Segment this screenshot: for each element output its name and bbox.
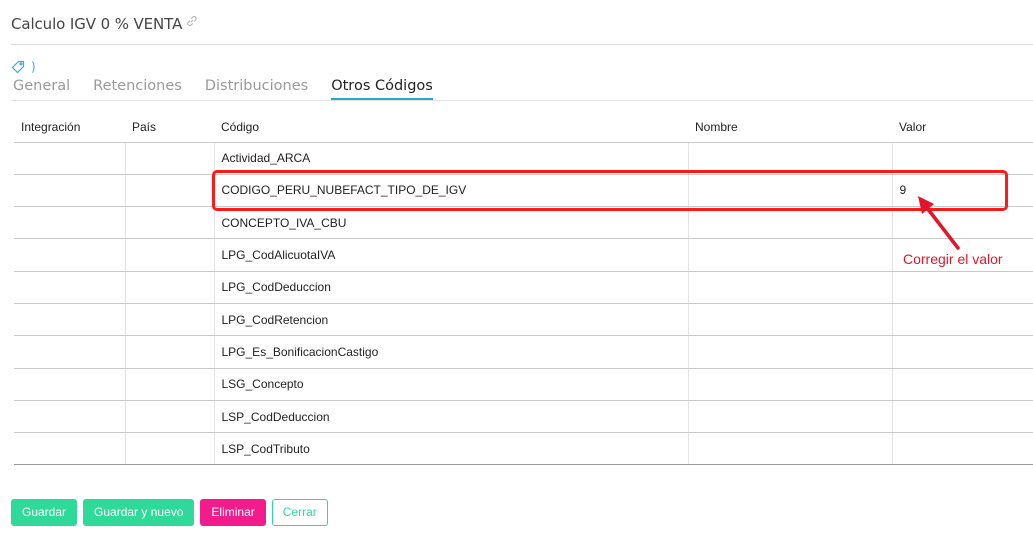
cell-integracion[interactable] <box>14 238 126 272</box>
cell-integracion[interactable] <box>14 368 126 401</box>
cell-pais[interactable] <box>125 238 215 272</box>
cell-pais[interactable] <box>125 400 215 434</box>
column-header-integracion[interactable]: Integración <box>14 112 125 143</box>
cell-codigo[interactable]: LPG_CodAlicuotaIVA <box>214 238 689 272</box>
cell-nombre[interactable] <box>688 368 893 401</box>
cell-codigo[interactable]: Actividad_ARCA <box>214 142 689 175</box>
cell-integracion[interactable] <box>14 271 126 304</box>
page-title: Calculo IGV 0 % VENTA <box>11 15 183 33</box>
cell-valor[interactable] <box>892 368 1033 401</box>
tab-general[interactable]: General <box>13 78 70 101</box>
tab-retenciones[interactable]: Retenciones <box>93 78 182 101</box>
cell-valor[interactable] <box>892 271 1033 304</box>
cell-codigo[interactable]: CONCEPTO_IVA_CBU <box>214 206 689 240</box>
table-row[interactable]: CONCEPTO_IVA_CBU <box>14 206 1033 240</box>
column-header-valor[interactable]: Valor <box>892 112 1033 143</box>
tabs-divider <box>11 100 1033 101</box>
cell-pais[interactable] <box>125 303 215 337</box>
header-divider <box>11 44 1033 45</box>
column-header-nombre[interactable]: Nombre <box>688 112 892 143</box>
cell-integracion[interactable] <box>14 142 126 175</box>
chevron-right-icon[interactable]: ) <box>31 60 36 74</box>
form-actions: Guardar Guardar y nuevo Eliminar Cerrar <box>11 499 328 526</box>
cell-integracion[interactable] <box>14 432 126 466</box>
cell-valor[interactable] <box>892 303 1033 337</box>
table-row[interactable]: LPG_CodDeduccion <box>14 271 1033 304</box>
cell-codigo[interactable]: CODIGO_PERU_NUBEFACT_TIPO_DE_IGV <box>214 174 689 208</box>
tag-icon[interactable] <box>11 60 25 74</box>
delete-button[interactable]: Eliminar <box>200 499 266 526</box>
cell-pais[interactable] <box>125 142 215 175</box>
cell-integracion[interactable] <box>14 303 126 337</box>
cell-integracion[interactable] <box>14 400 126 434</box>
table-row[interactable]: LPG_CodAlicuotaIVA <box>14 238 1033 272</box>
cell-nombre[interactable] <box>688 271 893 304</box>
link-icon[interactable] <box>185 14 199 28</box>
cell-codigo[interactable]: LPG_Es_BonificacionCastigo <box>214 335 689 369</box>
annotation-label: Corregir el valor <box>903 251 1003 267</box>
close-button[interactable]: Cerrar <box>271 499 328 526</box>
save-and-new-button[interactable]: Guardar y nuevo <box>83 499 195 526</box>
cell-pais[interactable] <box>125 174 215 208</box>
cell-valor[interactable] <box>892 432 1033 466</box>
cell-valor[interactable] <box>892 400 1033 434</box>
cell-integracion[interactable] <box>14 206 126 240</box>
cell-nombre[interactable] <box>688 400 893 434</box>
tab-distribuciones[interactable]: Distribuciones <box>205 78 308 101</box>
table-row[interactable]: LSP_CodDeduccion <box>14 400 1033 434</box>
cell-nombre[interactable] <box>688 142 893 175</box>
column-header-codigo[interactable]: Código <box>214 112 688 143</box>
cell-valor[interactable] <box>892 335 1033 369</box>
column-header-pais[interactable]: País <box>125 112 214 143</box>
table-row[interactable]: Actividad_ARCA <box>14 142 1033 175</box>
cell-nombre[interactable] <box>688 432 893 466</box>
tag-row[interactable]: ) <box>11 60 36 74</box>
codes-table: Integración País Código Nombre Valor Act… <box>14 112 1033 466</box>
cell-nombre[interactable] <box>688 303 893 337</box>
cell-pais[interactable] <box>125 271 215 304</box>
cell-codigo[interactable]: LPG_CodRetencion <box>214 303 689 337</box>
cell-pais[interactable] <box>125 368 215 401</box>
cell-pais[interactable] <box>125 206 215 240</box>
table-row[interactable]: CODIGO_PERU_NUBEFACT_TIPO_DE_IGV 9 <box>14 174 1033 208</box>
cell-nombre[interactable] <box>688 335 893 369</box>
cell-nombre[interactable] <box>688 206 893 240</box>
table-row[interactable]: LSG_Concepto <box>14 368 1033 401</box>
table-row[interactable]: LPG_Es_BonificacionCastigo <box>14 335 1033 369</box>
save-button[interactable]: Guardar <box>11 499 78 526</box>
cell-nombre[interactable] <box>688 238 893 272</box>
cell-integracion[interactable] <box>14 174 126 208</box>
table-header-row: Integración País Código Nombre Valor <box>14 112 1033 143</box>
table-row[interactable]: LSP_CodTributo <box>14 432 1033 466</box>
cell-valor[interactable]: 9 <box>892 174 1033 208</box>
tab-otros-codigos[interactable]: Otros Códigos <box>331 78 433 101</box>
cell-valor[interactable] <box>892 142 1033 175</box>
tab-bar: General Retenciones Distribuciones Otros… <box>13 78 456 101</box>
cell-codigo[interactable]: LSP_CodDeduccion <box>214 400 689 434</box>
cell-codigo[interactable]: LSP_CodTributo <box>214 432 689 466</box>
cell-integracion[interactable] <box>14 335 126 369</box>
table-row[interactable]: LPG_CodRetencion <box>14 303 1033 337</box>
cell-codigo[interactable]: LPG_CodDeduccion <box>214 271 689 304</box>
cell-pais[interactable] <box>125 432 215 466</box>
cell-pais[interactable] <box>125 335 215 369</box>
cell-valor[interactable] <box>892 206 1033 240</box>
cell-codigo[interactable]: LSG_Concepto <box>214 368 689 401</box>
page-header: Calculo IGV 0 % VENTA <box>11 15 199 33</box>
cell-nombre[interactable] <box>688 174 893 208</box>
